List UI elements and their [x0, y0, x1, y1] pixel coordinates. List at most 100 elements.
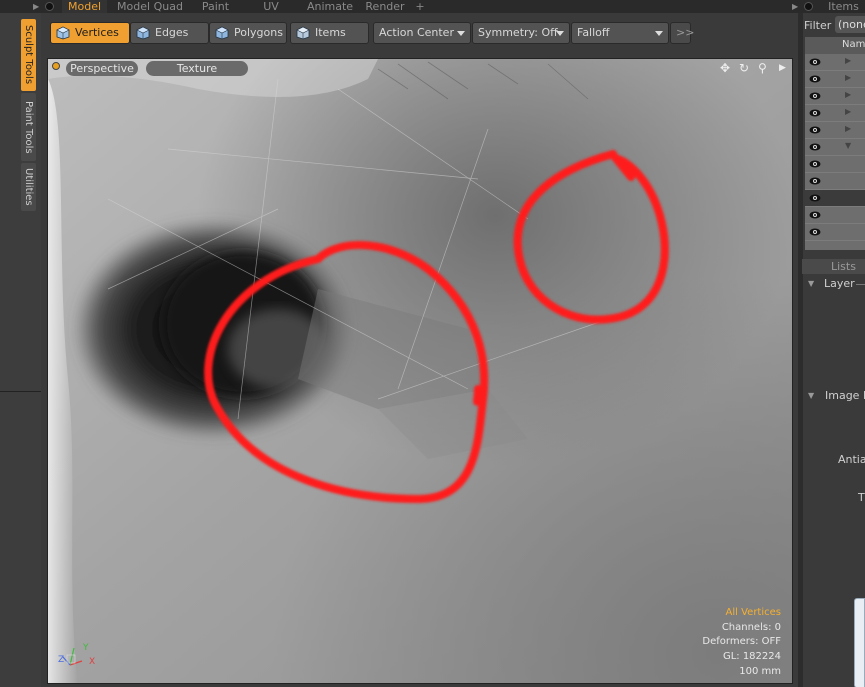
polygons-label: Polygons [234, 26, 283, 39]
visibility-eye-icon[interactable] [809, 125, 821, 135]
item-row[interactable]: ▶ [805, 122, 865, 139]
visibility-eye-icon[interactable] [809, 210, 821, 220]
visibility-eye-icon[interactable] [809, 176, 821, 186]
tab-model[interactable]: Model [62, 0, 107, 13]
axis-z-label: Z [58, 655, 65, 665]
tab-paint-tools[interactable]: Paint Tools [21, 93, 36, 161]
action-center-dropdown[interactable]: Action Center [373, 22, 471, 44]
selection-toolbar: Vertices Edges Polygons Items Action Cen… [41, 13, 798, 56]
color-swatch[interactable] [854, 598, 865, 687]
visibility-eye-icon[interactable] [809, 142, 821, 152]
item-row[interactable]: ▶ [805, 71, 865, 88]
tab-scroll-left-icon[interactable]: ▶ [33, 0, 39, 13]
layer-collapse-icon[interactable]: ▼ [808, 279, 814, 288]
tab-utilities[interactable]: Utilities [21, 163, 36, 211]
grid-scale-readout: 100 mm [739, 665, 781, 677]
expand-arrow-icon[interactable]: ▶ [845, 107, 851, 116]
expand-arrow-icon[interactable]: ▶ [845, 73, 851, 82]
viewport-info-overlay: All Vertices Channels: 0 Deformers: OFF … [702, 606, 781, 680]
visibility-eye-icon[interactable] [809, 74, 821, 84]
item-row[interactable] [805, 156, 865, 173]
tool-tab-strip: Sculpt Tools Paint Tools Utilities [0, 13, 41, 687]
polygon-cube-icon [215, 26, 229, 40]
antialias-label: Antial [838, 453, 865, 466]
item-list-header: Name [805, 37, 865, 54]
channels-readout: Channels: 0 [721, 621, 781, 633]
item-row[interactable] [805, 173, 865, 190]
action-center-label: Action Center [379, 26, 454, 39]
items-panel: Filter (none) Name ▶▶▶▶▶▼ Lists ▼ Layer … [798, 13, 865, 687]
edge-cube-icon [136, 26, 150, 40]
panel-divider[interactable] [798, 13, 803, 687]
item-row[interactable]: ▼ [805, 139, 865, 156]
truncated-property-label: T [858, 491, 865, 504]
vertices-mode-button[interactable]: Vertices [50, 22, 130, 44]
rotate-icon[interactable]: ↻ [739, 61, 749, 75]
filter-dropdown[interactable]: (none) [835, 16, 865, 33]
viewport-render [48, 59, 792, 683]
expand-arrow-icon[interactable]: ▶ [845, 124, 851, 133]
item-row[interactable] [805, 224, 865, 241]
tab-paint[interactable]: Paint [193, 0, 238, 13]
falloff-dropdown[interactable]: Falloff [571, 22, 669, 44]
tab-lists[interactable]: Lists [802, 259, 865, 274]
tab-render[interactable]: Render [362, 0, 408, 13]
strip-divider [0, 391, 41, 392]
visibility-eye-icon[interactable] [809, 57, 821, 67]
item-list: Name ▶ ▶ ▶ ▶ ▶ ▼ [805, 37, 865, 250]
tab-uv[interactable]: UV [253, 0, 289, 13]
visibility-eye-icon[interactable] [809, 193, 821, 203]
image-map-collapse-icon[interactable]: ▼ [808, 391, 814, 400]
3d-viewport[interactable]: Perspective Texture ✥ ↻ ⚲ ▶ Y X Z All Ve… [47, 58, 793, 684]
expand-arrow-icon[interactable]: ▶ [845, 90, 851, 99]
layout-menu-icon[interactable] [45, 2, 54, 11]
zoom-icon[interactable]: ⚲ [758, 61, 767, 75]
vertex-cube-icon [56, 26, 70, 40]
visibility-eye-icon[interactable] [809, 227, 821, 237]
viewport-header: Perspective Texture ✥ ↻ ⚲ ▶ [48, 59, 792, 78]
item-row[interactable] [805, 207, 865, 224]
item-row[interactable]: ▶ [805, 54, 865, 71]
panel-expand-icon[interactable]: ▶ [792, 0, 798, 13]
edges-mode-button[interactable]: Edges [130, 22, 209, 44]
expand-arrow-icon[interactable]: ▼ [845, 141, 851, 150]
items-mode-button[interactable]: Items [290, 22, 369, 44]
add-tab-button[interactable]: + [412, 0, 428, 13]
visibility-eye-icon[interactable] [809, 108, 821, 118]
image-map-label: Image M [825, 389, 865, 402]
axis-x-label: X [89, 657, 96, 667]
selection-mode-readout: All Vertices [725, 607, 781, 618]
layer-divider [856, 284, 865, 285]
pan-icon[interactable]: ✥ [720, 61, 730, 75]
viewport-options-icon[interactable] [52, 62, 60, 70]
item-row[interactable]: ▶ [805, 88, 865, 105]
viewport-more-icon[interactable]: ▶ [779, 63, 786, 73]
items-label: Items [315, 26, 346, 39]
item-cube-icon [296, 26, 310, 40]
edges-label: Edges [155, 26, 189, 39]
panel-menu-icon[interactable] [804, 2, 813, 11]
chevron-down-icon [457, 31, 465, 36]
filter-label: Filter [804, 19, 832, 32]
item-row[interactable]: ▶ [805, 105, 865, 122]
view-mode-dropdown[interactable]: Perspective [66, 61, 138, 76]
visibility-eye-icon[interactable] [809, 91, 821, 101]
tab-animate[interactable]: Animate [302, 0, 358, 13]
name-column-header[interactable]: Name [842, 39, 865, 50]
tab-model-quad[interactable]: Model Quad [112, 0, 188, 13]
falloff-label: Falloff [577, 26, 610, 39]
expand-arrow-icon[interactable]: ▶ [845, 56, 851, 65]
tab-sculpt-tools[interactable]: Sculpt Tools [21, 19, 36, 91]
toolbar-overflow-button[interactable]: >> [670, 22, 694, 44]
symmetry-dropdown[interactable]: Symmetry: Off [472, 22, 570, 44]
workspace-tab-bar: ▶ Model Model Quad Paint UV Animate Rend… [0, 0, 865, 13]
gl-polycount-readout: GL: 182224 [722, 651, 781, 663]
visibility-eye-icon[interactable] [809, 159, 821, 169]
tab-items[interactable]: Items [822, 0, 865, 13]
shading-mode-dropdown[interactable]: Texture [146, 61, 248, 76]
deformers-readout: Deformers: OFF [702, 636, 781, 648]
axis-y-label: Y [83, 643, 89, 653]
item-row[interactable] [805, 190, 865, 207]
layer-label: Layer [824, 277, 855, 290]
polygons-mode-button[interactable]: Polygons [209, 22, 287, 44]
